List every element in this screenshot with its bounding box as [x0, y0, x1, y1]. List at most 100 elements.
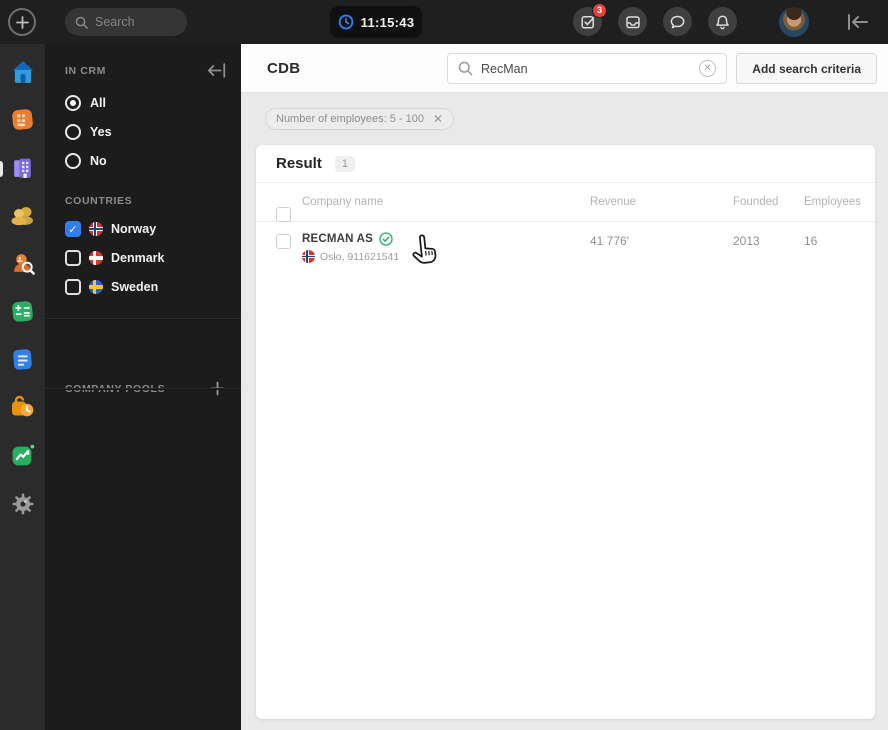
table-header-row: Company name Revenue Founded Employees [256, 183, 875, 222]
bell-icon [716, 14, 729, 29]
time-tracking-icon [11, 395, 33, 417]
verified-icon [379, 232, 393, 246]
settings-icon [12, 493, 33, 514]
sidebar-item-reports[interactable] [9, 442, 36, 469]
topbar: 11:15:43 3 [0, 0, 888, 44]
sweden-flag-icon [89, 280, 103, 294]
filter-sidebar: IN CRM All Yes No COUNTRIES ✓ Norway Den… [45, 44, 241, 730]
result-header: Result 1 [256, 145, 875, 183]
sidebar-item-cdb-active[interactable] [9, 154, 36, 181]
checkbox-icon [65, 279, 81, 295]
calculator-icon [12, 301, 33, 322]
denmark-flag-icon [89, 251, 103, 265]
sidebar-item-time-tracking[interactable] [9, 394, 36, 421]
plus-icon [15, 15, 29, 29]
sidebar-item-contacts[interactable] [9, 202, 36, 229]
country-label: Norway [111, 222, 157, 236]
home-icon [12, 60, 33, 83]
time-widget[interactable]: 11:15:43 [330, 6, 422, 38]
collapse-topbar-button[interactable] [843, 10, 873, 34]
main-content: CDB ✕ Add search criteria Number of empl… [241, 44, 888, 730]
row-checkbox[interactable] [276, 234, 291, 249]
user-avatar[interactable] [779, 7, 809, 37]
sidebar-item-home[interactable] [9, 58, 36, 85]
cell-employees: 16 [804, 234, 818, 248]
result-count-badge: 1 [334, 155, 355, 172]
sidebar-item-economy[interactable] [9, 298, 36, 325]
collapse-sidebar-icon[interactable] [207, 62, 227, 79]
sidebar-item-settings[interactable] [9, 490, 36, 517]
chat-button[interactable] [663, 7, 692, 36]
search-icon [458, 61, 473, 76]
column-company-name[interactable]: Company name [302, 183, 590, 208]
add-new-button[interactable] [8, 8, 36, 36]
radio-label: All [90, 96, 106, 110]
global-search[interactable] [65, 8, 187, 36]
norway-flag-icon [302, 250, 315, 263]
page-header: CDB ✕ Add search criteria [241, 44, 888, 93]
contacts-icon [11, 206, 33, 225]
tasks-button[interactable]: 3 [573, 3, 607, 36]
global-search-input[interactable] [95, 15, 175, 29]
country-label: Denmark [111, 251, 165, 265]
tasks-badge: 3 [592, 3, 607, 18]
calendar-orange-icon [12, 109, 33, 130]
collapse-left-icon [848, 14, 868, 30]
search-icon [75, 16, 88, 29]
column-revenue[interactable]: Revenue [590, 183, 733, 208]
filter-chip-employees[interactable]: Number of employees: 5 - 100 ✕ [265, 108, 455, 130]
cell-revenue: 41 776' [590, 234, 629, 248]
reports-icon [12, 444, 35, 466]
column-employees[interactable]: Employees [804, 183, 861, 208]
checkbox-country-sweden[interactable]: Sweden [65, 279, 158, 295]
norway-flag-icon [89, 222, 103, 236]
chat-icon [670, 15, 685, 28]
sidebar-item-documents[interactable] [9, 346, 36, 373]
table-row[interactable]: RECMAN AS Oslo, 911621541 41 776' 2013 1… [256, 222, 875, 275]
mouse-cursor-pointer [406, 231, 443, 272]
app-rail: i [0, 44, 45, 730]
sidebar-item-candidate-search[interactable] [9, 250, 36, 277]
tasks-icon [580, 15, 594, 29]
in-crm-section-label: IN CRM [65, 64, 106, 77]
remove-filter-icon[interactable]: ✕ [433, 112, 443, 126]
clear-search-icon[interactable]: ✕ [699, 60, 716, 77]
radio-in-crm-no[interactable]: No [65, 153, 107, 169]
clock-time: 11:15:43 [360, 14, 415, 30]
checkbox-country-norway[interactable]: ✓ Norway [65, 221, 156, 237]
result-title: Result [276, 155, 322, 172]
add-search-criteria-button[interactable]: Add search criteria [736, 53, 877, 84]
company-location: Oslo, 911621541 [320, 250, 400, 263]
radio-in-crm-yes[interactable]: Yes [65, 124, 112, 140]
cdb-search[interactable]: ✕ [447, 53, 727, 84]
column-founded[interactable]: Founded [733, 183, 804, 208]
candidate-search-icon [14, 254, 35, 275]
notifications-button[interactable] [708, 7, 737, 36]
clock-icon [338, 14, 353, 30]
inbox-icon [625, 15, 640, 28]
active-module-indicator [0, 161, 3, 177]
filter-chip-label: Number of employees: 5 - 100 [276, 113, 424, 125]
result-card: Result 1 Company name Revenue Founded Em… [256, 145, 875, 719]
radio-in-crm-all[interactable]: All [65, 95, 106, 111]
cell-founded: 2013 [733, 234, 760, 248]
sidebar-item-planner[interactable] [9, 106, 36, 133]
radio-icon [65, 124, 81, 140]
radio-icon [65, 153, 81, 169]
inbox-button[interactable] [618, 7, 647, 36]
page-title: CDB [267, 60, 301, 77]
radio-label: No [90, 154, 107, 168]
divider [45, 318, 241, 319]
cdb-search-input[interactable] [481, 61, 691, 76]
checkbox-icon [65, 250, 81, 266]
checkbox-country-denmark[interactable]: Denmark [65, 250, 165, 266]
country-label: Sweden [111, 280, 159, 294]
companies-building-icon [14, 158, 31, 178]
company-name[interactable]: RECMAN AS [302, 233, 373, 245]
radio-label: Yes [90, 125, 112, 139]
radio-icon [65, 95, 81, 111]
select-all-checkbox[interactable] [276, 207, 291, 222]
divider [45, 388, 241, 389]
documents-icon [13, 349, 32, 370]
checkbox-checked-icon: ✓ [65, 221, 81, 237]
